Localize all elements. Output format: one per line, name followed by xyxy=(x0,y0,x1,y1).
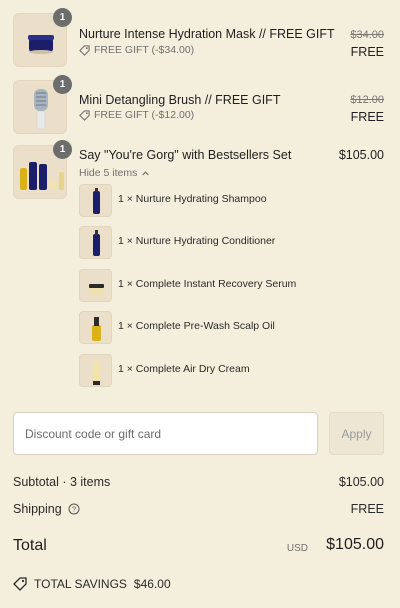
bundle-component: 1 × Nurture Hydrating Conditioner xyxy=(79,226,379,259)
total-savings: TOTAL SAVINGS $46.00 xyxy=(13,577,171,591)
conditioner-bottle-icon xyxy=(93,230,100,256)
component-label: 1 × Nurture Hydrating Conditioner xyxy=(118,235,276,247)
tag-icon xyxy=(13,577,27,591)
discount-tag: FREE GIFT (-$34.00) xyxy=(79,44,194,56)
total-value: $105.00 xyxy=(326,536,384,553)
component-thumbnail xyxy=(79,269,112,302)
chevron-up-icon xyxy=(142,170,149,175)
discount-tag: FREE GIFT (-$12.00) xyxy=(79,109,194,121)
product-thumbnail: 1 xyxy=(13,8,72,67)
total-label: Total xyxy=(13,537,47,554)
savings-label: TOTAL SAVINGS xyxy=(34,577,127,591)
item-title: Nurture Intense Hydration Mask // FREE G… xyxy=(79,27,335,41)
shampoo-bottle-icon xyxy=(93,188,100,214)
component-label: 1 × Nurture Hydrating Shampoo xyxy=(118,193,267,205)
item-price: $105.00 xyxy=(338,148,384,162)
original-price: $12.00 xyxy=(350,94,384,106)
item-title: Mini Detangling Brush // FREE GIFT xyxy=(79,93,281,107)
item-price: FREE xyxy=(350,110,384,124)
apply-button[interactable]: Apply xyxy=(329,412,384,455)
svg-text:?: ? xyxy=(72,505,76,514)
quantity-badge: 1 xyxy=(53,8,72,27)
component-label: 1 × Complete Air Dry Cream xyxy=(118,363,250,375)
discount-code-input[interactable] xyxy=(13,412,318,455)
bundle-component: 1 × Complete Instant Recovery Serum xyxy=(79,269,379,302)
hide-items-toggle[interactable]: Hide 5 items xyxy=(79,167,150,179)
savings-value: $46.00 xyxy=(133,577,171,591)
component-thumbnail xyxy=(79,311,112,344)
component-thumbnail xyxy=(79,226,112,259)
component-label: 1 × Complete Instant Recovery Serum xyxy=(118,278,297,290)
quantity-badge: 1 xyxy=(53,75,72,94)
help-icon[interactable]: ? xyxy=(68,503,80,515)
component-label: 1 × Complete Pre-Wash Scalp Oil xyxy=(118,320,275,332)
shipping-label: Shipping xyxy=(13,502,62,516)
tag-icon xyxy=(79,109,90,121)
product-thumbnail: 1 xyxy=(13,140,72,199)
bundle-component: 1 × Nurture Hydrating Shampoo xyxy=(79,184,379,217)
shipping-value: FREE xyxy=(350,502,384,516)
component-thumbnail xyxy=(79,184,112,217)
discount-text: FREE GIFT (-$12.00) xyxy=(94,109,195,121)
component-thumbnail xyxy=(79,354,112,387)
item-price: FREE xyxy=(350,45,384,59)
serum-jar-icon xyxy=(89,284,104,295)
bundle-component: 1 × Complete Air Dry Cream xyxy=(79,354,379,387)
oil-bottle-icon xyxy=(92,317,101,341)
subtotal-value: $105.00 xyxy=(338,475,384,489)
currency-code: USD xyxy=(286,543,308,554)
subtotal-label: Subtotal · 3 items xyxy=(13,475,111,489)
tag-icon xyxy=(79,44,90,56)
toggle-label: Hide 5 items xyxy=(79,167,138,179)
discount-text: FREE GIFT (-$34.00) xyxy=(94,44,195,56)
product-thumbnail: 1 xyxy=(13,75,72,134)
cream-tube-icon xyxy=(93,361,100,385)
shipping-row: Shipping ? xyxy=(13,502,80,516)
bundle-component: 1 × Complete Pre-Wash Scalp Oil xyxy=(79,311,379,344)
quantity-badge: 1 xyxy=(53,140,72,159)
original-price: $34.00 xyxy=(350,29,384,41)
item-title: Say "You're Gorg" with Bestsellers Set xyxy=(79,148,292,162)
